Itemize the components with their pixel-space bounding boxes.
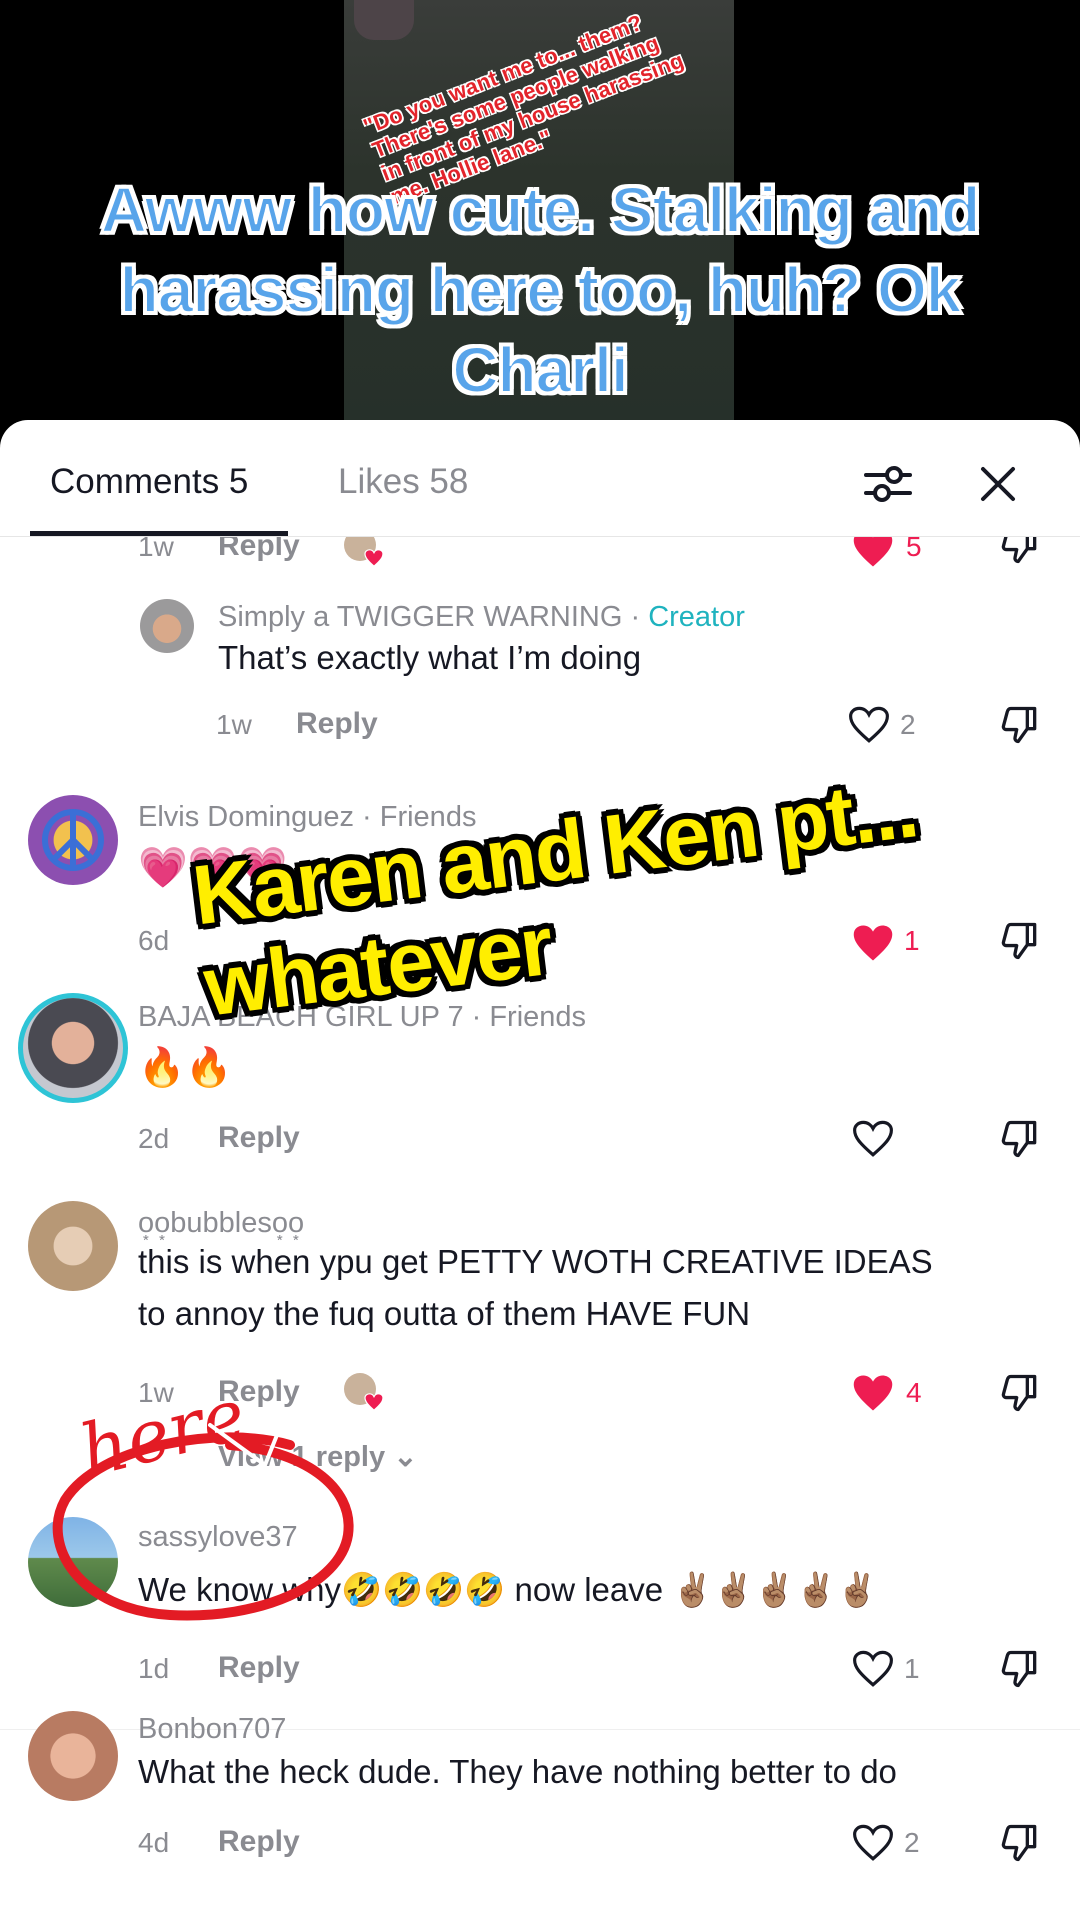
creator-badge: Creator	[648, 601, 745, 633]
video-caption: Awww how cute. Stalking and harassing he…	[100, 173, 982, 407]
comment-time: 6d	[138, 925, 170, 956]
heart-outline-icon[interactable]	[852, 1649, 894, 1689]
comments-sheet: Comments 5 Likes 58 1w Reply 5 Simply a …	[0, 420, 1080, 1920]
comment-time: 2d	[138, 1123, 170, 1154]
peace-sign-icon	[42, 809, 104, 871]
user-avatar[interactable]	[28, 1711, 118, 1801]
like-count: 1	[904, 1653, 920, 1684]
comment-text: 🔥🔥	[138, 1047, 233, 1089]
reply-button[interactable]: Reply	[218, 1825, 300, 1859]
comment-row: BAJA BEACH GIRL UP 7 · Friends 🔥🔥 2d Rep…	[0, 993, 1080, 1193]
chevron-down-icon: ⌄	[393, 1441, 418, 1473]
heart-outline-icon[interactable]	[848, 705, 890, 745]
video-background: "Do you want me to... them? There's some…	[0, 0, 1080, 430]
tab-bar: Comments 5 Likes 58	[0, 420, 1080, 537]
reply-button[interactable]: Reply	[296, 707, 378, 741]
like-count: 4	[906, 1377, 922, 1408]
dislike-icon[interactable]	[998, 1821, 1042, 1865]
close-icon	[981, 467, 1015, 501]
heart-filled-icon[interactable]	[852, 1373, 894, 1413]
comment-username[interactable]: o͙o͙bubbleso͙o͙	[138, 1207, 304, 1240]
tab-comments[interactable]: Comments 5	[50, 462, 248, 502]
close-button[interactable]	[970, 456, 1026, 512]
creator-liked-heart-icon	[364, 549, 384, 567]
dislike-icon[interactable]	[998, 1371, 1042, 1415]
dislike-icon[interactable]	[998, 919, 1042, 963]
comment-username[interactable]: Simply a TWIGGER WARNING · Creator	[218, 601, 745, 634]
dislike-icon[interactable]	[998, 1117, 1042, 1161]
comment-row: Bonbon707 What the heck dude. They have …	[0, 1711, 1080, 1920]
comment-text: this is when ypu get PETTY WOTH CREATIVE…	[138, 1243, 933, 1280]
user-avatar-story[interactable]	[18, 993, 128, 1103]
comment-time: 4d	[138, 1827, 170, 1858]
reply-button[interactable]: Reply	[218, 537, 300, 563]
dislike-icon[interactable]	[998, 1647, 1042, 1691]
comment-text: What the heck dude. They have nothing be…	[138, 1753, 897, 1790]
red-circle-annotation	[52, 1413, 354, 1621]
like-count: 2	[900, 709, 916, 740]
sliders-icon	[864, 466, 912, 502]
dislike-icon[interactable]	[998, 537, 1042, 567]
comment-text-line2: to annoy the fuq outta of them HAVE FUN	[138, 1295, 751, 1332]
like-count: 2	[904, 1827, 920, 1858]
heart-outline-icon[interactable]	[852, 1823, 894, 1863]
tab-likes[interactable]: Likes 58	[338, 462, 468, 502]
dislike-icon[interactable]	[998, 703, 1042, 747]
user-avatar[interactable]	[140, 599, 194, 653]
tab-active-indicator	[30, 531, 288, 536]
user-avatar[interactable]	[28, 1201, 118, 1291]
comment-row: Simply a TWIGGER WARNING · Creator That’…	[0, 597, 1080, 757]
comment-text: That’s exactly what I’m doing	[218, 639, 642, 676]
user-avatar[interactable]	[28, 795, 118, 885]
heart-outline-icon[interactable]	[852, 1119, 894, 1159]
like-count: 5	[906, 537, 922, 562]
comment-username[interactable]: Bonbon707	[138, 1713, 286, 1746]
username-text: Simply a TWIGGER WARNING ·	[218, 601, 649, 633]
heart-filled-icon[interactable]	[852, 537, 894, 569]
comment-list[interactable]: 1w Reply 5 Simply a TWIGGER WARNING · Cr…	[0, 537, 1080, 1920]
comment-row: 1w Reply 5	[0, 537, 1080, 597]
reply-button[interactable]: Reply	[218, 1121, 300, 1155]
filter-button[interactable]	[860, 456, 916, 512]
comment-time: 1w	[138, 537, 174, 562]
comment-time: 1w	[216, 709, 252, 740]
